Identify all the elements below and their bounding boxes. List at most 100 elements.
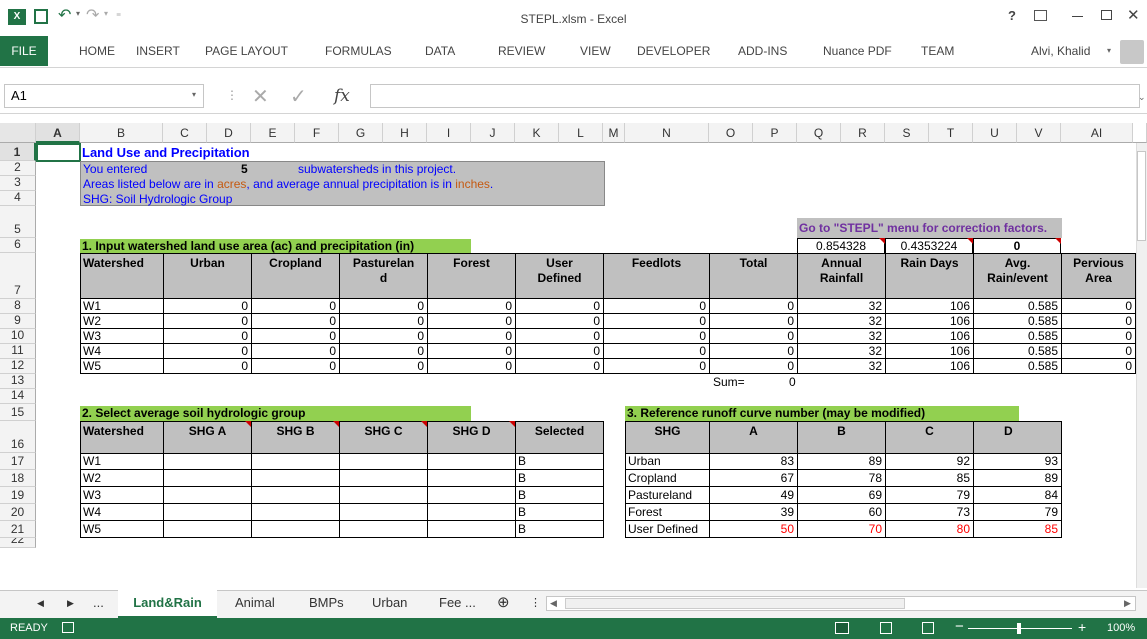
t1-cell-watershed[interactable]: W3 xyxy=(80,329,164,344)
t2-cell-watershed[interactable]: W5 xyxy=(80,521,164,538)
t1-cell-feedlots[interactable]: 0 xyxy=(603,314,710,329)
t2-cell-shg-d[interactable] xyxy=(427,453,516,470)
row-header[interactable]: 2 xyxy=(0,160,36,176)
horizontal-scroll-left-icon[interactable]: ◀ xyxy=(550,598,557,609)
t1-cell-pastureland[interactable]: 0 xyxy=(339,314,428,329)
close-icon[interactable]: ✕ xyxy=(1127,6,1140,24)
col-header-o[interactable]: O xyxy=(709,123,753,143)
t3-cell-a[interactable]: 39 xyxy=(709,504,798,521)
col-header-q[interactable]: Q xyxy=(797,123,841,143)
col-header-h[interactable]: H xyxy=(383,123,427,143)
t1-cell-pastureland[interactable]: 0 xyxy=(339,359,428,374)
t1-cell-feedlots[interactable]: 0 xyxy=(603,299,710,314)
tab-view[interactable]: VIEW xyxy=(580,36,611,66)
zoom-slider-thumb[interactable] xyxy=(1017,623,1021,634)
t2-cell-shg-b[interactable] xyxy=(251,504,340,521)
t2-cell-shg-a[interactable] xyxy=(163,504,252,521)
t2-cell-shg-d[interactable] xyxy=(427,487,516,504)
col-header-u[interactable]: U xyxy=(973,123,1017,143)
row-header[interactable]: 12 xyxy=(0,358,36,374)
t3-cell-d[interactable]: 93 xyxy=(973,453,1062,470)
zoom-out-icon[interactable]: − xyxy=(955,618,964,635)
row-header[interactable]: 17 xyxy=(0,453,36,470)
col-header-k[interactable]: K xyxy=(515,123,559,143)
tab-formulas[interactable]: FORMULAS xyxy=(325,36,392,66)
t1-cell-pastureland[interactable]: 0 xyxy=(339,299,428,314)
formula-input[interactable] xyxy=(370,84,1140,108)
vertical-scroll-thumb[interactable] xyxy=(1137,151,1146,241)
t1-cell-urban[interactable]: 0 xyxy=(163,344,252,359)
t1-cell-rain-days[interactable]: 106 xyxy=(885,299,974,314)
row-header[interactable]: 1 xyxy=(0,143,36,161)
t2-cell-shg-c[interactable] xyxy=(339,504,428,521)
row-header[interactable]: 8 xyxy=(0,298,36,314)
t1-cell-total[interactable]: 0 xyxy=(709,329,798,344)
t2-cell-shg-a[interactable] xyxy=(163,453,252,470)
row-header[interactable]: 7 xyxy=(0,253,36,299)
t1-cell-rain-days[interactable]: 106 xyxy=(885,314,974,329)
t3-cell-b[interactable]: 78 xyxy=(797,470,886,487)
t1-cell-user-defined[interactable]: 0 xyxy=(515,344,604,359)
sheet-tab-splitter-icon[interactable]: ⋮ xyxy=(530,592,541,616)
t2-cell-selected[interactable]: B xyxy=(515,487,604,504)
t1-cell-pastureland[interactable]: 0 xyxy=(339,329,428,344)
tab-developer[interactable]: DEVELOPER xyxy=(637,36,710,66)
tab-review[interactable]: REVIEW xyxy=(498,36,545,66)
row-header[interactable]: 9 xyxy=(0,313,36,329)
zoom-level[interactable]: 100% xyxy=(1107,622,1135,634)
t1-cell-total[interactable]: 0 xyxy=(709,359,798,374)
t1-cell-forest[interactable]: 0 xyxy=(427,344,516,359)
row-header[interactable]: 18 xyxy=(0,470,36,487)
t1-cell-urban[interactable]: 0 xyxy=(163,359,252,374)
t3-cell-b[interactable]: 69 xyxy=(797,487,886,504)
col-header-a[interactable]: A xyxy=(36,123,80,143)
t3-cell-shg[interactable]: Forest xyxy=(625,504,710,521)
col-header-v[interactable]: V xyxy=(1017,123,1061,143)
t2-cell-shg-c[interactable] xyxy=(339,453,428,470)
zoom-in-icon[interactable]: + xyxy=(1078,619,1086,635)
horizontal-scroll-right-icon[interactable]: ▶ xyxy=(1124,598,1131,609)
t2-cell-selected[interactable]: B xyxy=(515,453,604,470)
cancel-icon[interactable]: ✕ xyxy=(252,84,269,109)
t2-cell-selected[interactable]: B xyxy=(515,504,604,521)
help-icon[interactable]: ? xyxy=(1008,8,1016,23)
col-header-j[interactable]: J xyxy=(471,123,515,143)
minimize-icon[interactable] xyxy=(1072,16,1083,17)
t3-cell-c[interactable]: 73 xyxy=(885,504,974,521)
name-box-dropdown-icon[interactable]: ▾ xyxy=(192,90,196,99)
row-header[interactable]: 10 xyxy=(0,328,36,344)
row-header[interactable]: 11 xyxy=(0,343,36,359)
col-header-c[interactable]: C xyxy=(163,123,207,143)
t1-cell-cropland[interactable]: 0 xyxy=(251,359,340,374)
t2-cell-selected[interactable]: B xyxy=(515,521,604,538)
t3-cell-shg[interactable]: User Defined xyxy=(625,521,710,538)
col-header-t[interactable]: T xyxy=(929,123,973,143)
t2-cell-watershed[interactable]: W2 xyxy=(80,470,164,487)
t1-cell-user-defined[interactable]: 0 xyxy=(515,359,604,374)
tab-data[interactable]: DATA xyxy=(425,36,455,66)
t1-cell-pervious-area[interactable]: 0 xyxy=(1061,359,1136,374)
t1-cell-avg-rain-event[interactable]: 0.585 xyxy=(973,314,1062,329)
factor-avg-rain[interactable]: 0 xyxy=(973,238,1061,254)
t3-cell-d[interactable]: 85 xyxy=(973,521,1062,538)
t1-cell-feedlots[interactable]: 0 xyxy=(603,329,710,344)
row-header[interactable]: 15 xyxy=(0,404,36,421)
col-header-l[interactable]: L xyxy=(559,123,603,143)
t3-cell-c[interactable]: 92 xyxy=(885,453,974,470)
row-header[interactable]: 22 xyxy=(0,538,36,548)
t2-cell-shg-c[interactable] xyxy=(339,487,428,504)
t1-cell-forest[interactable]: 0 xyxy=(427,329,516,344)
row-header[interactable]: 3 xyxy=(0,175,36,191)
page-layout-view-icon[interactable] xyxy=(880,622,892,634)
tab-file[interactable]: FILE xyxy=(0,36,48,66)
t1-cell-pastureland[interactable]: 0 xyxy=(339,344,428,359)
t1-cell-avg-rain-event[interactable]: 0.585 xyxy=(973,299,1062,314)
col-header-p[interactable]: P xyxy=(753,123,797,143)
worksheet-grid[interactable]: A B C D E F G H I J K L M N O P Q R S T … xyxy=(0,123,1147,588)
factor-rain-days[interactable]: 0.4353224 xyxy=(885,238,973,254)
t3-cell-shg[interactable]: Cropland xyxy=(625,470,710,487)
factor-rainfall[interactable]: 0.854328 xyxy=(797,238,885,254)
name-box[interactable]: A1 xyxy=(4,84,204,108)
col-header-b[interactable]: B xyxy=(80,123,163,143)
expand-formula-bar-icon[interactable]: ⌄ xyxy=(1138,92,1146,103)
